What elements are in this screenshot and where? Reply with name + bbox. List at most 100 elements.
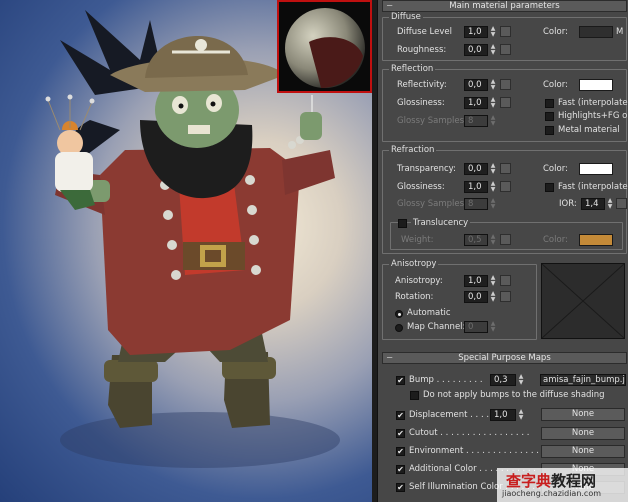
map-channel-spinner[interactable]: ▲ ▼ (489, 321, 497, 333)
transparency-spinner[interactable]: ▲ ▼ (489, 163, 497, 175)
reflectivity-label: Reflectivity: (397, 80, 447, 90)
translucency-checkbox[interactable] (398, 219, 407, 228)
reflection-glossiness-label: Glossiness: (397, 98, 445, 108)
refraction-color-label: Color: (543, 164, 568, 174)
ior-map-button[interactable] (616, 198, 627, 209)
reflection-glossiness-map-button[interactable] (500, 97, 511, 108)
rotation-map-button[interactable] (500, 291, 511, 302)
refraction-glossiness-input[interactable]: 1,0 (464, 181, 488, 193)
reflection-glossy-samples-spinner[interactable]: ▲ ▼ (489, 115, 497, 127)
cutout-label: Cutout . . . . . . . . . . . . . . . . . (409, 428, 530, 438)
refraction-glossiness-label: Glossiness: (397, 182, 445, 192)
bump-amount-input[interactable]: 0,3 (490, 374, 516, 386)
highlights-fg-label: Highlights+FG only (558, 111, 628, 121)
translucency-label: Translucency (411, 218, 471, 229)
cutout-map-button[interactable]: None (541, 427, 625, 440)
translucency-color-swatch[interactable] (579, 234, 613, 246)
diffuse-title: Diffuse (389, 12, 423, 22)
reflection-color-swatch[interactable] (579, 79, 613, 91)
weight-label: Weight: (401, 235, 434, 245)
transparency-input[interactable]: 0,0 (464, 163, 488, 175)
displacement-label: Displacement . . . . (409, 410, 490, 420)
diffuse-level-spinner[interactable]: ▲ ▼ (489, 26, 497, 38)
refraction-glossiness-map-button[interactable] (500, 181, 511, 192)
ior-label: IOR: (559, 199, 577, 209)
automatic-label: Automatic (407, 308, 451, 318)
special-maps-rollout-header[interactable]: − Special Purpose Maps (382, 352, 627, 364)
reflectivity-input[interactable]: 0,0 (464, 79, 488, 91)
main-params-rollout-header[interactable]: − Main material parameters (382, 0, 627, 12)
ior-input[interactable]: 1,4 (581, 198, 605, 210)
additional-color-checkbox[interactable]: ✔ (396, 465, 405, 474)
map-channel-input[interactable]: 0 (464, 321, 488, 333)
diffuse-map-button[interactable]: M (616, 27, 623, 38)
no-bump-diffuse-checkbox[interactable] (410, 391, 419, 400)
watermark-url: jiaocheng.chazidian.com (502, 489, 602, 498)
displacement-amount-spinner[interactable]: ▲ ▼ (517, 409, 525, 421)
no-bump-diffuse-label: Do not apply bumps to the diffuse shadin… (423, 390, 605, 400)
diffuse-level-label: Diffuse Level (397, 27, 452, 37)
ior-spinner[interactable]: ▲ ▼ (606, 198, 614, 210)
anisotropy-preview (541, 263, 625, 339)
diffuse-color-swatch[interactable] (579, 26, 613, 38)
material-sphere (285, 8, 365, 88)
environment-label: Environment . . . . . . . . . . . . . . (409, 446, 539, 456)
rotation-input[interactable]: 0,0 (464, 291, 488, 303)
reflection-glossiness-spinner[interactable]: ▲ ▼ (489, 97, 497, 109)
refraction-glossy-samples-label: Glossy Samples: (397, 199, 467, 209)
reflection-glossy-samples-input[interactable]: 8 (464, 115, 488, 127)
material-editor-panel: − Main material parameters Diffuse Diffu… (377, 0, 628, 502)
highlights-fg-checkbox[interactable] (545, 112, 554, 121)
roughness-map-button[interactable] (500, 44, 511, 55)
watermark-logo-text: 查字典教程网 (506, 470, 596, 491)
rotation-spinner[interactable]: ▲ ▼ (489, 291, 497, 303)
weight-input[interactable]: 0,5 (464, 234, 488, 246)
refraction-color-swatch[interactable] (579, 163, 613, 175)
anisotropy-map-button[interactable] (500, 275, 511, 286)
bump-label: Bump . . . . . . . . . (409, 375, 483, 385)
roughness-input[interactable]: 0,0 (464, 44, 488, 56)
environment-map-button[interactable]: None (541, 445, 625, 458)
map-channel-radio[interactable] (395, 324, 403, 332)
refraction-glossy-samples-input[interactable]: 8 (464, 198, 488, 210)
weight-map-button[interactable] (500, 234, 511, 245)
refraction-fast-label: Fast (interpolate) (558, 182, 628, 192)
bump-amount-spinner[interactable]: ▲ ▼ (517, 374, 525, 386)
refraction-glossiness-spinner[interactable]: ▲ ▼ (489, 181, 497, 193)
reflection-fast-checkbox[interactable] (545, 99, 554, 108)
refraction-fast-checkbox[interactable] (545, 183, 554, 192)
cutout-checkbox[interactable]: ✔ (396, 429, 405, 438)
displacement-checkbox[interactable]: ✔ (396, 411, 405, 420)
refraction-glossy-samples-spinner[interactable]: ▲ ▼ (489, 198, 497, 210)
transparency-map-button[interactable] (500, 163, 511, 174)
anisotropy-title: Anisotropy (389, 259, 439, 269)
anisotropy-spinner[interactable]: ▲ ▼ (489, 275, 497, 287)
diffuse-level-map-button[interactable] (500, 26, 511, 37)
displacement-amount-input[interactable]: 1,0 (490, 409, 516, 421)
roughness-spinner[interactable]: ▲ ▼ (489, 44, 497, 56)
anisotropy-label: Anisotropy: (395, 276, 443, 286)
reflectivity-map-button[interactable] (500, 79, 511, 90)
reflectivity-spinner[interactable]: ▲ ▼ (489, 79, 497, 91)
diffuse-level-input[interactable]: 1,0 (464, 26, 488, 38)
rotation-label: Rotation: (395, 292, 434, 302)
metal-material-label: Metal material (558, 125, 620, 135)
self-illumination-checkbox[interactable]: ✔ (396, 483, 405, 492)
displacement-map-button[interactable]: None (541, 408, 625, 421)
material-preview-thumbnail[interactable] (277, 0, 372, 93)
diffuse-color-label: Color: (543, 27, 568, 37)
environment-checkbox[interactable]: ✔ (396, 447, 405, 456)
metal-material-checkbox[interactable] (545, 126, 554, 135)
weight-spinner[interactable]: ▲ ▼ (489, 234, 497, 246)
refraction-title: Refraction (389, 145, 437, 155)
reflection-fast-label: Fast (interpolate) (558, 98, 628, 108)
anisotropy-input[interactable]: 1,0 (464, 275, 488, 287)
reflection-glossiness-input[interactable]: 1,0 (464, 97, 488, 109)
automatic-radio[interactable] (395, 310, 403, 318)
watermark-part-2: 教程网 (551, 472, 597, 490)
special-maps-title: Special Purpose Maps (458, 353, 551, 363)
anisotropy-preview-cross (541, 263, 625, 339)
bump-map-button[interactable]: amisa_fajin_bump.jpg) (540, 374, 626, 386)
bump-checkbox[interactable]: ✔ (396, 376, 405, 385)
render-viewport (0, 0, 372, 502)
